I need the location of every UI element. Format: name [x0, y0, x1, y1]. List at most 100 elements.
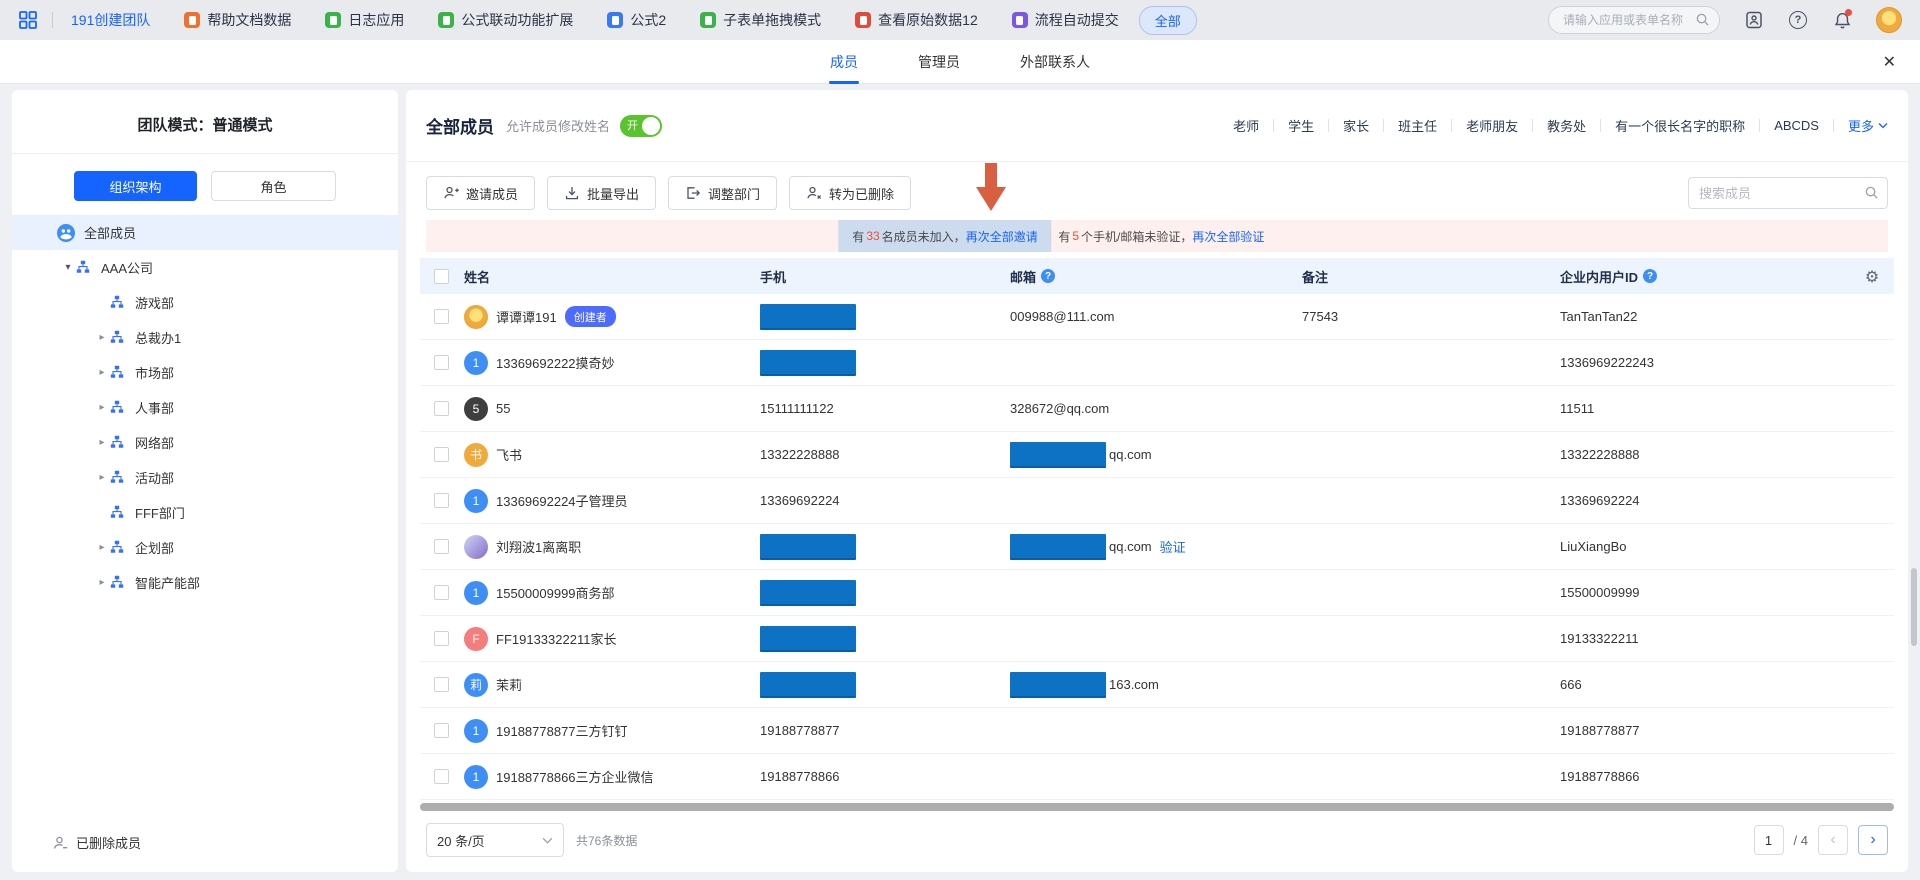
tree-item-label: 全部成员 — [84, 223, 136, 242]
tree-item[interactable]: FFF部门 — [12, 495, 398, 530]
role-tag[interactable]: 学生 — [1288, 116, 1314, 135]
app-icon — [855, 12, 871, 28]
roles-button[interactable]: 角色 — [211, 171, 336, 201]
topbar-app-tab[interactable]: 公式2 — [607, 10, 666, 30]
topbar-app-tab[interactable]: 子表单拖拽模式 — [700, 10, 821, 30]
topbar-app-tab[interactable]: 查看原始数据12 — [855, 10, 978, 30]
table-row: 刘翔波1离离职qq.com验证LiuXiangBo — [420, 524, 1894, 570]
current-page-input[interactable]: 1 — [1754, 825, 1784, 855]
caret-icon[interactable]: ▸ — [94, 542, 110, 553]
member-name: 13369692224子管理员 — [496, 491, 628, 510]
avatar — [464, 305, 488, 329]
person-plus-button[interactable]: 邀请成员 — [426, 176, 535, 210]
topbar-app-tab[interactable]: 帮助文档数据 — [184, 10, 291, 30]
tree-item[interactable]: ▸活动部 — [12, 460, 398, 495]
help-icon[interactable]: ? — [1643, 269, 1657, 283]
team-tab[interactable]: 191创建团队 — [71, 10, 150, 30]
horizontal-scrollbar[interactable] — [420, 803, 1894, 811]
select-all-checkbox[interactable] — [434, 269, 449, 284]
invite-notice: 有33名成员未加入，再次全部邀请 — [838, 220, 1051, 252]
tree-item[interactable]: ▸网络部 — [12, 425, 398, 460]
member-search — [1688, 177, 1888, 209]
role-tag[interactable]: 老师朋友 — [1466, 116, 1518, 135]
deleted-members-item[interactable]: 已删除成员 — [12, 833, 398, 872]
help-icon[interactable]: ? — [1788, 10, 1808, 30]
tree-item[interactable]: ▸总裁办1 — [12, 320, 398, 355]
role-tag[interactable]: 班主任 — [1398, 116, 1437, 135]
all-apps-pill[interactable]: 全部 — [1139, 6, 1197, 35]
topbar-app-tab[interactable]: 流程自动提交 — [1012, 10, 1119, 30]
nav-tab[interactable]: 外部联系人 — [1020, 40, 1090, 84]
member-id: 19188778866 — [1560, 769, 1850, 784]
app-icon — [325, 12, 341, 28]
divider — [1600, 119, 1601, 132]
vertical-scrollbar[interactable] — [1911, 568, 1917, 646]
member-checkbox[interactable] — [434, 585, 449, 600]
avatar: 1 — [464, 351, 488, 375]
role-tag[interactable]: 家长 — [1343, 116, 1369, 135]
team-mode-title: 团队模式：普通模式 — [12, 90, 398, 153]
bell-icon[interactable] — [1832, 10, 1852, 30]
role-tag[interactable]: ABCDS — [1774, 118, 1819, 133]
member-checkbox[interactable] — [434, 401, 449, 416]
download-button[interactable]: 批量导出 — [547, 176, 656, 210]
member-checkbox[interactable] — [434, 631, 449, 646]
member-checkbox[interactable] — [434, 539, 449, 554]
org-icon — [110, 295, 126, 311]
user-avatar[interactable] — [1876, 7, 1902, 33]
caret-icon[interactable]: ▸ — [94, 367, 110, 378]
tree-item[interactable]: ▸企划部 — [12, 530, 398, 565]
action-label: 调整部门 — [708, 184, 760, 203]
close-icon[interactable]: ✕ — [1883, 52, 1896, 72]
apps-grid-icon[interactable] — [18, 10, 38, 30]
caret-icon[interactable]: ▾ — [60, 262, 76, 273]
role-tag[interactable]: 老师 — [1233, 116, 1259, 135]
tree-item[interactable]: 游戏部 — [12, 285, 398, 320]
page-size-select[interactable]: 20 条/页 — [426, 823, 564, 857]
rename-toggle[interactable]: 开 — [620, 115, 662, 137]
nav-tab[interactable]: 成员 — [830, 40, 858, 84]
org-icon — [110, 365, 126, 381]
org-structure-button[interactable]: 组织架构 — [74, 171, 197, 201]
next-page-button[interactable]: › — [1858, 825, 1888, 855]
member-checkbox[interactable] — [434, 309, 449, 324]
member-search-input[interactable] — [1688, 177, 1888, 209]
tree-item-all-members[interactable]: 全部成员 — [12, 215, 398, 250]
nav-tab[interactable]: 管理员 — [918, 40, 960, 84]
tree-item[interactable]: ▸市场部 — [12, 355, 398, 390]
member-checkbox[interactable] — [434, 723, 449, 738]
caret-icon[interactable]: ▸ — [94, 472, 110, 483]
more-link[interactable]: 更多 — [1848, 116, 1888, 135]
caret-icon[interactable]: ▸ — [94, 402, 110, 413]
invite-all-link[interactable]: 再次全部邀请 — [966, 228, 1038, 245]
person-remove-button[interactable]: 转为已删除 — [789, 176, 911, 210]
role-tag[interactable]: 教务处 — [1547, 116, 1586, 135]
verify-all-link[interactable]: 再次全部验证 — [1192, 228, 1264, 245]
app-search — [1548, 6, 1720, 34]
prev-page-button[interactable]: ‹ — [1818, 825, 1848, 855]
topbar-app-tab[interactable]: 公式联动功能扩展 — [438, 10, 573, 30]
member-checkbox[interactable] — [434, 677, 449, 692]
contacts-icon[interactable] — [1744, 10, 1764, 30]
member-checkbox[interactable] — [434, 493, 449, 508]
help-icon[interactable]: ? — [1041, 269, 1055, 283]
tree-item[interactable]: ▸人事部 — [12, 390, 398, 425]
settings-gear-icon[interactable]: ⚙ — [1850, 267, 1894, 286]
tree-item[interactable]: ▸智能产能部 — [12, 565, 398, 600]
topbar-right: ? — [1548, 6, 1902, 34]
member-checkbox[interactable] — [434, 769, 449, 784]
caret-icon[interactable]: ▸ — [94, 437, 110, 448]
member-checkbox[interactable] — [434, 447, 449, 462]
tree-item[interactable]: ▾AAA公司 — [12, 250, 398, 285]
caret-icon[interactable]: ▸ — [94, 332, 110, 343]
verify-link[interactable]: 验证 — [1160, 537, 1186, 556]
transfer-button[interactable]: 调整部门 — [668, 176, 777, 210]
member-checkbox[interactable] — [434, 355, 449, 370]
divider — [1383, 119, 1384, 132]
topbar-app-tab[interactable]: 日志应用 — [325, 10, 404, 30]
role-tag[interactable]: 有一个很长名字的职称 — [1615, 116, 1745, 135]
avatar: 1 — [464, 581, 488, 605]
caret-icon[interactable]: ▸ — [94, 577, 110, 588]
avatar: F — [464, 627, 488, 651]
avatar: 1 — [464, 765, 488, 789]
